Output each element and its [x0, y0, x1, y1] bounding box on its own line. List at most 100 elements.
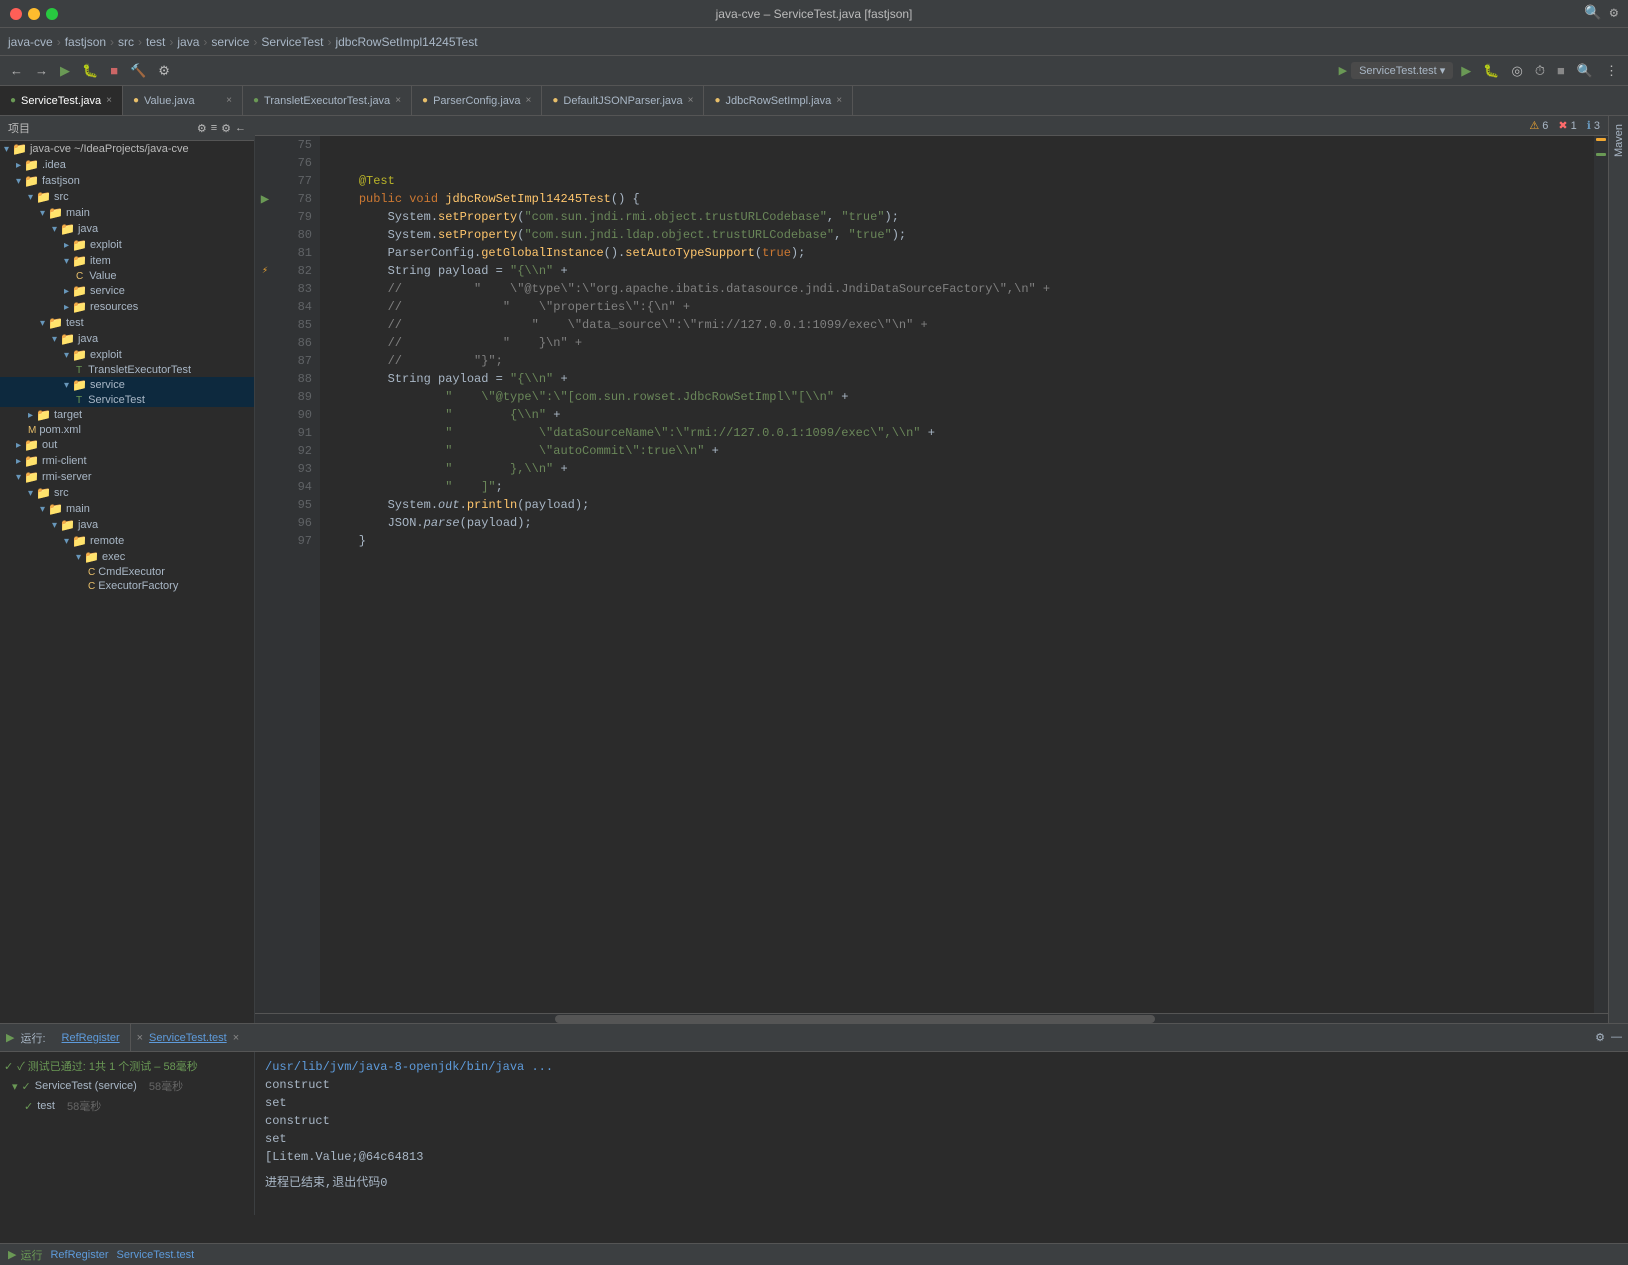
- tree-item-test[interactable]: ▾ 📁 test: [0, 315, 254, 331]
- profile-button[interactable]: ⏱: [1531, 61, 1549, 81]
- minimize-button[interactable]: [28, 8, 40, 20]
- search-everywhere[interactable]: 🔍: [1573, 61, 1597, 81]
- tree-item-service-test-file[interactable]: T ServiceTest: [0, 393, 254, 407]
- tree-icon-service-test: T: [76, 395, 82, 406]
- tab-parser-config[interactable]: ● ParserConfig.java ×: [412, 86, 542, 115]
- back-button[interactable]: ←: [6, 61, 27, 80]
- expand-icon-item: ▾: [64, 256, 69, 267]
- close-button[interactable]: [10, 8, 22, 20]
- tree-item-exploit-test[interactable]: ▾ 📁 exploit: [0, 347, 254, 363]
- ref-register-status[interactable]: RefRegister: [50, 1249, 108, 1261]
- close-bottom-panel[interactable]: —: [1611, 1031, 1622, 1044]
- more-button[interactable]: ⋮: [1601, 61, 1622, 81]
- sidebar-hide-icon[interactable]: ←: [235, 122, 246, 135]
- tree-item-idea[interactable]: ▸ 📁 .idea: [0, 157, 254, 173]
- tab-service-test-close[interactable]: ×: [106, 95, 112, 106]
- tree-item-remote[interactable]: ▾ 📁 remote: [0, 533, 254, 549]
- tree-item-pom[interactable]: M pom.xml: [0, 423, 254, 437]
- tree-item-resources[interactable]: ▸ 📁 resources: [0, 299, 254, 315]
- tree-item-exec[interactable]: ▾ 📁 exec: [0, 549, 254, 565]
- sidebar-settings-icon[interactable]: ⚙: [197, 122, 207, 135]
- close-service-test-tab[interactable]: ×: [233, 1032, 239, 1044]
- breadcrumb-service-test[interactable]: ServiceTest: [261, 35, 323, 49]
- tab-value-close[interactable]: ×: [226, 95, 232, 106]
- tree-item-java-test[interactable]: ▾ 📁 java: [0, 331, 254, 347]
- tab-jdbc-row-set-close[interactable]: ×: [836, 95, 842, 106]
- method-get-global: getGlobalInstance: [481, 246, 603, 260]
- tab-parser-config-close[interactable]: ×: [526, 95, 532, 106]
- breadcrumb-java-cve[interactable]: java-cve: [8, 35, 53, 49]
- stop-button-2[interactable]: ■: [1553, 61, 1569, 80]
- build-button[interactable]: 🔨: [126, 61, 150, 81]
- settings-button[interactable]: ⚙: [154, 61, 174, 81]
- settings-icon[interactable]: ⚙: [1610, 5, 1618, 22]
- code-editor[interactable]: ⚠ 6 ✖ 1 ℹ 3 ▶ ⚡: [255, 116, 1608, 1023]
- sidebar-more-icon[interactable]: ⚙: [221, 122, 231, 135]
- ref-register-tab[interactable]: RefRegister: [52, 1024, 131, 1051]
- tree-item-java[interactable]: ▾ 📁 java: [0, 221, 254, 237]
- gutter-75: [255, 136, 275, 154]
- debug-button[interactable]: 🐛: [78, 61, 102, 81]
- tree-item-target[interactable]: ▸ 📁 target: [0, 407, 254, 423]
- breadcrumb-fastjson[interactable]: fastjson: [65, 35, 106, 49]
- tree-item-exploit[interactable]: ▸ 📁 exploit: [0, 237, 254, 253]
- tree-item-rmi-server[interactable]: ▾ 📁 rmi-server: [0, 469, 254, 485]
- service-test-tab[interactable]: ServiceTest.test: [149, 1032, 227, 1044]
- debug-button-2[interactable]: 🐛: [1479, 61, 1503, 81]
- tree-item-service-main[interactable]: ▸ 📁 service: [0, 283, 254, 299]
- breadcrumb-src[interactable]: src: [118, 35, 134, 49]
- main-folder-icon: 📁: [48, 206, 63, 220]
- run-button[interactable]: ▶: [56, 61, 74, 81]
- tree-item-rmi-client[interactable]: ▸ 📁 rmi-client: [0, 453, 254, 469]
- tree-item-value[interactable]: C Value: [0, 269, 254, 283]
- idea-label: .idea: [42, 159, 66, 171]
- search-icon[interactable]: 🔍: [1584, 5, 1601, 22]
- breadcrumb-method[interactable]: jdbcRowSetImpl14245Test: [335, 35, 477, 49]
- settings-bottom-icon[interactable]: ⚙: [1595, 1031, 1605, 1044]
- close-ref-register[interactable]: ×: [137, 1032, 143, 1044]
- code-content[interactable]: @Test public void jdbcRowSetImpl14245Tes…: [320, 136, 1594, 1013]
- tree-item-cmd-executor[interactable]: C CmdExecutor: [0, 565, 254, 579]
- tree-item-translet[interactable]: T TransletExecutorTest: [0, 363, 254, 377]
- tree-item-out[interactable]: ▸ 📁 out: [0, 437, 254, 453]
- scrollbar-thumb[interactable]: [555, 1015, 1155, 1023]
- tab-value[interactable]: ● Value.java ×: [123, 86, 243, 115]
- tab-default-json-parser[interactable]: ● DefaultJSONParser.java ×: [542, 86, 704, 115]
- forward-button[interactable]: →: [31, 61, 52, 80]
- editor-horizontal-scrollbar[interactable]: [255, 1013, 1608, 1023]
- service-test-status[interactable]: ServiceTest.test: [117, 1249, 195, 1261]
- run-button-2[interactable]: ▶: [1457, 61, 1475, 81]
- sidebar-collapse-icon[interactable]: ≡: [211, 122, 217, 135]
- coverage-button[interactable]: ◎: [1507, 61, 1526, 81]
- tab-jdbc-row-set[interactable]: ● JdbcRowSetImpl.java ×: [704, 86, 853, 115]
- stop-button[interactable]: ■: [106, 61, 122, 80]
- tab-default-json-close[interactable]: ×: [688, 95, 694, 106]
- tab-service-test[interactable]: ● ServiceTest.java ×: [0, 86, 123, 115]
- maven-panel[interactable]: Maven: [1608, 116, 1628, 1023]
- test-item-service-test[interactable]: ▾ ✓ ServiceTest (service) 58毫秒: [4, 1076, 250, 1096]
- cmd-executor-icon: C: [88, 567, 95, 578]
- tab-translet[interactable]: ● TransletExecutorTest.java ×: [243, 86, 412, 115]
- run-config-label[interactable]: ServiceTest.test ▾: [1351, 62, 1453, 79]
- exploit-test-folder-icon: 📁: [72, 348, 87, 362]
- tab-translet-close[interactable]: ×: [395, 95, 401, 106]
- tree-item-java-cve[interactable]: ▾ 📁 java-cve ~/IdeaProjects/java-cve: [0, 141, 254, 157]
- tree-item-main[interactable]: ▾ 📁 main: [0, 205, 254, 221]
- gutter-81: [255, 244, 275, 262]
- tree-item-rmi-java[interactable]: ▾ 📁 java: [0, 517, 254, 533]
- breadcrumb-java[interactable]: java: [177, 35, 199, 49]
- breadcrumb-test[interactable]: test: [146, 35, 165, 49]
- tree-item-fastjson[interactable]: ▾ 📁 fastjson: [0, 173, 254, 189]
- pom-label: pom.xml: [39, 424, 81, 436]
- breadcrumb-service[interactable]: service: [211, 35, 249, 49]
- tree-item-executor-factory[interactable]: C ExecutorFactory: [0, 579, 254, 593]
- tree-item-src[interactable]: ▾ 📁 src: [0, 189, 254, 205]
- tree-item-rmi-main[interactable]: ▾ 📁 main: [0, 501, 254, 517]
- test-item-test[interactable]: ✓ test 58毫秒: [4, 1096, 250, 1116]
- maximize-button[interactable]: [46, 8, 58, 20]
- tree-item-service-test-folder[interactable]: ▾ 📁 service: [0, 377, 254, 393]
- tree-item-item[interactable]: ▾ 📁 item: [0, 253, 254, 269]
- tree-item-rmi-src[interactable]: ▾ 📁 src: [0, 485, 254, 501]
- warning-icon: ⚠: [1529, 119, 1539, 132]
- value-tree-label: Value: [89, 270, 116, 282]
